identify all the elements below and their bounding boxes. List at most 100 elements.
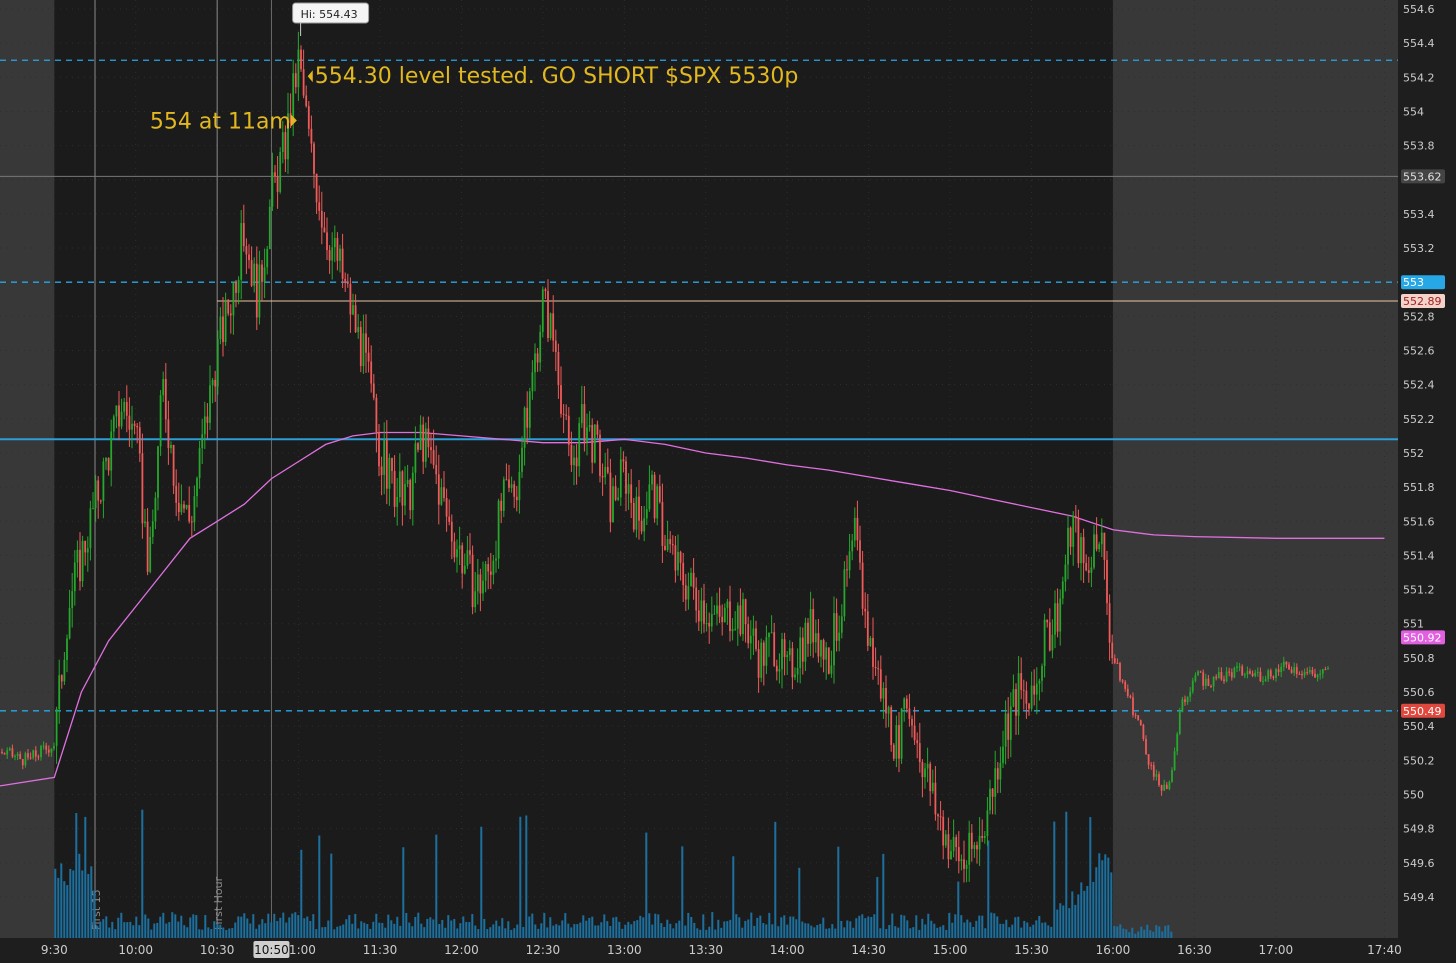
candle-body <box>300 49 302 70</box>
candle-body <box>861 562 864 609</box>
candle-body <box>905 698 908 709</box>
candle-body <box>79 549 81 582</box>
candle-body <box>1301 674 1303 676</box>
volume-bar <box>975 920 978 938</box>
candle-body <box>731 629 734 632</box>
candle-body <box>1275 669 1277 678</box>
candle-body <box>427 428 430 448</box>
candle-body <box>63 659 66 682</box>
volume-bar <box>786 924 789 938</box>
candle-body <box>916 740 919 744</box>
candle-body <box>648 484 651 510</box>
candle-body <box>1108 603 1111 643</box>
time-tick-label: 10:30 <box>200 943 235 957</box>
volume-bar <box>186 927 189 938</box>
candle-body <box>500 500 503 511</box>
volume-bar <box>507 921 510 938</box>
candle-body <box>944 834 947 846</box>
candle-body <box>1256 671 1259 673</box>
time-tick-label: 10:00 <box>118 943 153 957</box>
candle-body <box>1165 784 1168 789</box>
candle-body <box>94 480 97 509</box>
volume-bar <box>339 925 342 938</box>
volume-bar <box>819 923 822 938</box>
candle-body <box>695 587 698 611</box>
volume-bar <box>912 927 915 938</box>
volume-bar <box>615 916 618 938</box>
candle-body <box>947 834 950 860</box>
candle-body <box>71 591 74 609</box>
volume-bar <box>1038 915 1041 938</box>
candle-body <box>864 608 867 612</box>
candle-body <box>562 413 565 415</box>
candle-body <box>554 340 557 353</box>
volume-bar <box>342 924 345 938</box>
volume-bar <box>504 928 507 938</box>
candle-body <box>419 424 422 450</box>
volume-bar <box>855 918 858 938</box>
volume-bar <box>492 924 495 938</box>
volume-bar <box>531 913 534 938</box>
candle-body <box>1103 532 1106 560</box>
candle-body <box>115 405 118 417</box>
candle-body <box>705 623 708 625</box>
candle-body <box>1168 781 1171 789</box>
candle-body <box>1295 667 1298 674</box>
volume-bar <box>795 919 798 938</box>
candle-body <box>112 416 115 432</box>
candle-body <box>1098 544 1101 550</box>
volume-bar <box>63 881 66 938</box>
candle-body <box>190 521 193 523</box>
volume-bar <box>357 928 360 938</box>
volume-bar <box>735 914 738 938</box>
volume-bar <box>132 925 135 938</box>
candle-body <box>138 427 141 454</box>
volume-bar <box>723 921 726 938</box>
volume-bar <box>930 920 933 938</box>
candle-body <box>973 845 976 849</box>
volume-bar <box>849 921 852 938</box>
candle-body <box>326 232 328 251</box>
volume-bar <box>990 912 993 938</box>
volume-bar <box>126 922 129 938</box>
volume-bar <box>1140 926 1143 938</box>
volume-bar <box>762 923 765 938</box>
candle-body <box>1002 746 1004 764</box>
candle-body <box>690 572 692 587</box>
candle-body <box>1139 720 1142 725</box>
volume-bar <box>948 912 951 938</box>
candle-body <box>632 502 635 530</box>
candle-body <box>482 580 484 594</box>
candle-body <box>570 444 573 466</box>
candle-body <box>469 550 471 555</box>
volume-bar <box>438 923 441 938</box>
volume-bar <box>345 919 348 938</box>
volume-bar <box>375 913 378 938</box>
price-tick-label: 552.8 <box>1403 310 1435 323</box>
volume-bar <box>108 927 111 938</box>
price-tick-label: 550.4 <box>1403 720 1435 733</box>
candle-body <box>411 472 414 511</box>
volume-bar <box>1029 926 1032 938</box>
volume-bar <box>693 922 696 938</box>
volume-bar <box>267 913 270 938</box>
candle-body <box>495 558 497 561</box>
candle-body <box>505 479 508 481</box>
volume-bar <box>669 923 672 938</box>
candle-body <box>261 264 263 282</box>
candle-body <box>284 132 287 160</box>
candle-body <box>1134 714 1137 716</box>
candle-body <box>1282 661 1285 667</box>
cursor-time-label: 10:50 <box>254 943 289 957</box>
candle-body <box>658 486 661 503</box>
candle-body <box>1189 691 1192 697</box>
price-chart[interactable]: First 15 First HourHi: 554.43554.30 level… <box>0 0 1456 963</box>
candle-body <box>229 313 232 316</box>
volume-bar <box>651 924 654 938</box>
candle-body <box>580 404 583 424</box>
candle-body <box>1056 603 1059 632</box>
price-tick-label: 549.6 <box>1403 857 1435 870</box>
volume-bar <box>1107 857 1110 938</box>
volume-bar <box>1146 924 1149 938</box>
volume-bar <box>633 921 636 938</box>
